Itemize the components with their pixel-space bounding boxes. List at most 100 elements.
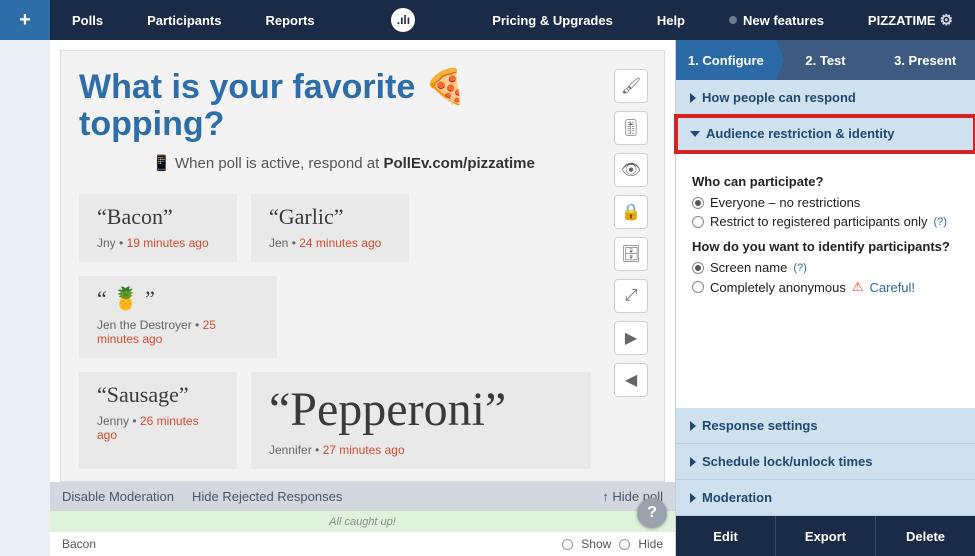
paintbrush-button[interactable]: 🖌 — [614, 69, 648, 103]
response-text: “Sausage” — [97, 382, 219, 408]
response-author: Jen the Destroyer — [97, 318, 192, 332]
queue-item-text: Bacon — [62, 537, 96, 551]
poll-instructions-prefix: When poll is active, respond at — [175, 155, 383, 172]
moderation-bar: Disable Moderation Hide Rejected Respons… — [50, 482, 675, 510]
response-author: Jny — [97, 236, 116, 250]
poll-canvas: 🖌 🎚 👁 🔒 🗄 ⤢ ▶ ◀ What is your favorite 🍕 … — [60, 50, 665, 482]
new-poll-button[interactable]: + — [0, 0, 50, 40]
radio-icon — [692, 216, 704, 228]
poll-instructions: 📱 When poll is active, respond at PollEv… — [79, 154, 608, 172]
delete-button[interactable]: Delete — [875, 516, 975, 556]
section-audience-body: Who can participate? Everyone – no restr… — [676, 152, 975, 317]
export-button[interactable]: Export — [775, 516, 875, 556]
help-bubble-button[interactable]: ? — [637, 498, 667, 528]
response-card[interactable]: “ 🍍 ” Jen the Destroyer • 25 minutes ago — [79, 276, 277, 358]
nav-help[interactable]: Help — [635, 0, 707, 40]
canvas-toolbar: 🖌 🎚 👁 🔒 🗄 ⤢ ▶ ◀ — [614, 69, 648, 397]
config-panel: 1. Configure 2. Test 3. Present How peop… — [675, 40, 975, 556]
poll-url: PollEv.com/pizzatime — [383, 155, 534, 172]
section-audience[interactable]: Audience restriction & identity — [676, 116, 975, 152]
expand-icon: ⤢ — [625, 287, 638, 305]
moderation-queue-row: Bacon Show Hide ? — [50, 532, 675, 556]
logo-icon: .ılı — [391, 8, 415, 32]
notification-dot-icon — [729, 16, 737, 24]
response-card[interactable]: “Pepperoni” Jennifer • 27 minutes ago — [251, 372, 591, 469]
opt-everyone[interactable]: Everyone – no restrictions — [692, 195, 959, 210]
nav-pricing[interactable]: Pricing & Upgrades — [470, 0, 635, 40]
edit-button[interactable]: Edit — [676, 516, 775, 556]
back-icon: ◀ — [625, 370, 637, 390]
hint-link[interactable]: (?) — [933, 216, 946, 228]
step-test[interactable]: 2. Test — [776, 40, 876, 80]
action-bar: Edit Export Delete — [676, 516, 975, 556]
device-icon: 📱 — [152, 155, 171, 172]
opt-anonymous[interactable]: Completely anonymous ⚠ Careful! — [692, 279, 959, 295]
next-button[interactable]: ▶ — [614, 321, 648, 355]
nav-new-features-label: New features — [743, 13, 824, 28]
nav-new-features[interactable]: New features — [707, 0, 846, 40]
hint-link[interactable]: (?) — [793, 262, 806, 274]
poll-title: What is your favorite 🍕 topping? — [79, 69, 608, 144]
opt-restrict[interactable]: Restrict to registered participants only… — [692, 214, 959, 229]
hide-label: Hide — [638, 537, 663, 551]
nav-user-label: PIZZATIME — [868, 13, 936, 28]
nav-reports[interactable]: Reports — [244, 0, 337, 40]
warning-icon: ⚠ — [852, 279, 864, 295]
response-text: “Pepperoni” — [269, 382, 573, 437]
play-icon: ▶ — [625, 328, 637, 348]
gear-icon: ⚙ — [940, 11, 953, 29]
question-who: Who can participate? — [692, 174, 959, 189]
question-identify: How do you want to identify participants… — [692, 239, 959, 254]
response-author: Jen — [269, 236, 288, 250]
sliders-icon: 🎚 — [621, 118, 641, 138]
hide-radio[interactable] — [619, 539, 630, 550]
poll-title-post: topping? — [79, 105, 224, 143]
radio-icon — [692, 262, 704, 274]
step-configure[interactable]: 1. Configure — [676, 40, 776, 80]
settings-button[interactable]: 🎚 — [614, 111, 648, 145]
section-how-respond[interactable]: How people can respond — [676, 80, 975, 116]
response-author: Jennifer — [269, 443, 312, 457]
fullscreen-button[interactable]: ⤢ — [614, 279, 648, 313]
question-icon: ? — [647, 504, 657, 522]
nav-participants[interactable]: Participants — [125, 0, 243, 40]
response-author: Jenny — [97, 414, 129, 428]
archive-button[interactable]: 🗄 — [614, 237, 648, 271]
disable-moderation-link[interactable]: Disable Moderation — [62, 489, 174, 504]
response-time: 24 minutes ago — [299, 236, 381, 250]
top-nav: + Polls Participants Reports .ılı Pricin… — [0, 0, 975, 40]
nav-polls[interactable]: Polls — [50, 0, 125, 40]
radio-icon — [692, 281, 704, 293]
response-card[interactable]: “Garlic” Jen • 24 minutes ago — [251, 194, 409, 262]
section-moderation[interactable]: Moderation — [676, 480, 975, 516]
response-time: 27 minutes ago — [323, 443, 405, 457]
section-response-settings[interactable]: Response settings — [676, 408, 975, 444]
poll-title-pre: What is your favorite — [79, 68, 425, 106]
lock-button[interactable]: 🔒 — [614, 195, 648, 229]
steps: 1. Configure 2. Test 3. Present — [676, 40, 975, 80]
lock-icon: 🔒 — [621, 202, 641, 222]
opt-screen-name[interactable]: Screen name (?) — [692, 260, 959, 275]
hide-rejected-link[interactable]: Hide Rejected Responses — [192, 489, 342, 504]
response-text: “Garlic” — [269, 204, 391, 230]
show-radio[interactable] — [562, 539, 573, 550]
nav-user[interactable]: PIZZATIME ⚙ — [846, 0, 975, 40]
pizza-icon: 🍕 — [425, 68, 467, 106]
radio-icon — [692, 197, 704, 209]
eye-off-icon: 👁 — [621, 160, 641, 180]
opt-everyone-label: Everyone – no restrictions — [710, 195, 860, 210]
logo[interactable]: .ılı — [391, 0, 415, 40]
archive-icon: 🗄 — [621, 244, 641, 264]
opt-anonymous-label: Completely anonymous — [710, 280, 846, 295]
response-card[interactable]: “Sausage” Jenny • 26 minutes ago — [79, 372, 237, 469]
paintbrush-icon: 🖌 — [621, 76, 641, 96]
section-schedule[interactable]: Schedule lock/unlock times — [676, 444, 975, 480]
prev-button[interactable]: ◀ — [614, 363, 648, 397]
response-text: “Bacon” — [97, 204, 219, 230]
careful-link[interactable]: Careful! — [870, 280, 916, 295]
caught-up-banner: All caught up! — [50, 510, 675, 532]
visibility-button[interactable]: 👁 — [614, 153, 648, 187]
opt-screen-name-label: Screen name — [710, 260, 787, 275]
response-card[interactable]: “Bacon” Jny • 19 minutes ago — [79, 194, 237, 262]
step-present[interactable]: 3. Present — [875, 40, 975, 80]
